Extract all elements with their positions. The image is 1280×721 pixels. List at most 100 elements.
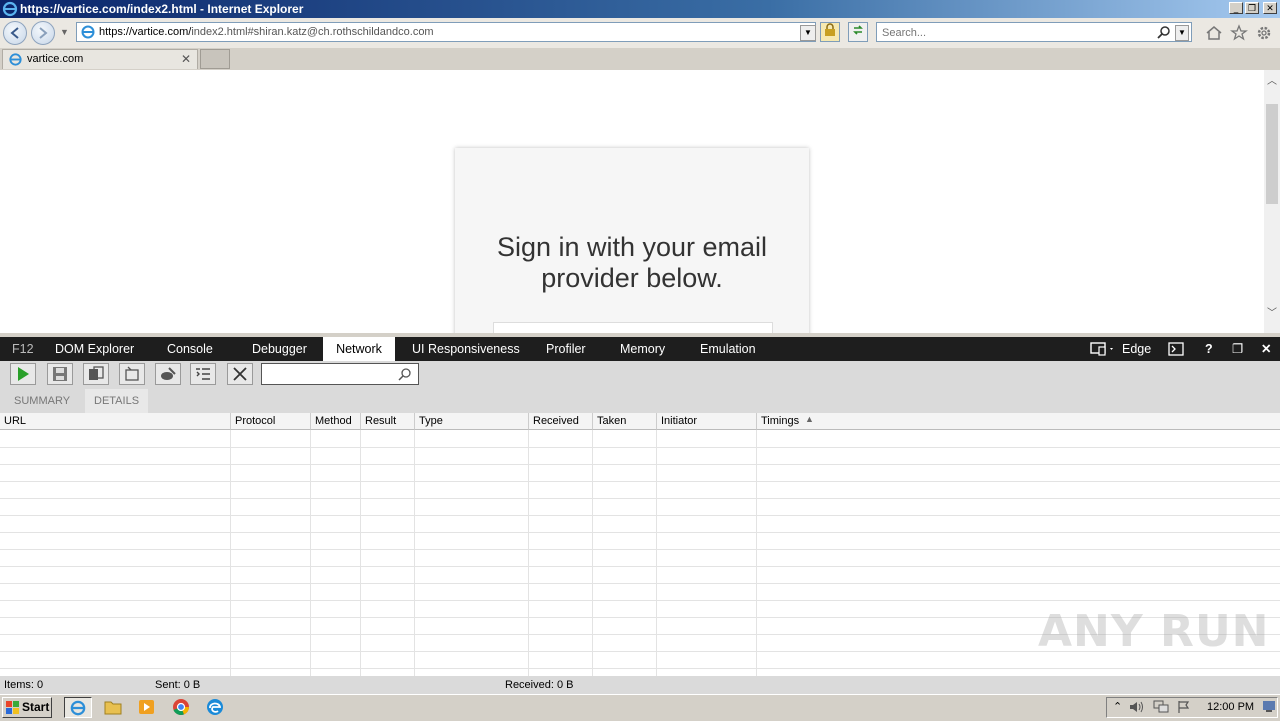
network-icon[interactable] (1153, 700, 1169, 717)
tab-console[interactable]: Console (167, 337, 213, 361)
scroll-down-icon[interactable]: ﹀ (1266, 304, 1278, 319)
taskbar-ie-button[interactable] (64, 697, 92, 718)
clear-session-icon[interactable] (119, 363, 145, 385)
column-result[interactable]: Result (361, 413, 415, 430)
address-bar[interactable]: https://vartice.com/index2.html#shiran.k… (76, 22, 816, 42)
devtools-close-icon[interactable]: ✕ (1261, 337, 1271, 361)
page-scrollbar[interactable]: ︿ ﹀ (1264, 70, 1280, 333)
network-filter-box[interactable] (261, 363, 419, 385)
network-toolbar (0, 361, 1280, 387)
table-column-divider (756, 430, 757, 676)
taskbar-chrome-button[interactable] (168, 697, 196, 718)
tab-ui-responsiveness[interactable]: UI Responsiveness (412, 337, 520, 361)
page-ie-icon (80, 24, 96, 43)
column-received[interactable]: Received (529, 413, 593, 430)
column-url[interactable]: URL (0, 413, 231, 430)
tab-network[interactable]: Network (323, 337, 395, 361)
sign-in-card: Sign in with your email provider below. (455, 148, 809, 333)
column-type[interactable]: Type (415, 413, 529, 430)
history-dropdown-icon[interactable]: ▼ (60, 27, 69, 37)
help-icon[interactable]: ? (1205, 337, 1213, 361)
table-column-divider (414, 430, 415, 676)
table-row-divider (0, 549, 1280, 550)
table-row-divider (0, 600, 1280, 601)
filter-search-icon[interactable] (398, 367, 412, 384)
search-dropdown-icon[interactable]: ▼ (1175, 25, 1189, 41)
forward-button[interactable] (31, 21, 55, 45)
items-count: Items: 0 (4, 679, 44, 691)
devtools-tab-bar: F12 DOM Explorer Console Debugger Networ… (0, 337, 1280, 361)
folder-icon (104, 701, 122, 715)
lock-icon[interactable] (820, 22, 840, 42)
volume-icon[interactable] (1129, 700, 1145, 717)
address-url[interactable]: https://vartice.com/index2.html#shiran.k… (99, 23, 434, 41)
column-timings[interactable]: Timings (757, 413, 1280, 430)
undock-icon[interactable]: ❐ (1232, 337, 1243, 361)
subtab-details[interactable]: DETAILS (85, 389, 149, 413)
column-method[interactable]: Method (311, 413, 361, 430)
table-row-divider (0, 668, 1280, 669)
settings-gear-icon[interactable] (1255, 24, 1273, 45)
tab-vartice[interactable]: vartice.com ✕ (2, 49, 198, 69)
console-toggle-icon[interactable] (1168, 342, 1184, 359)
network-filter-input[interactable] (264, 366, 394, 384)
tab-profiler[interactable]: Profiler (546, 337, 586, 361)
address-host: https://vartice.com/ (99, 26, 192, 38)
taskbar-edge-button[interactable] (202, 697, 230, 718)
start-button[interactable]: Start (2, 697, 52, 718)
favorites-star-icon[interactable] (1230, 24, 1248, 45)
email-provider-field[interactable] (493, 322, 773, 333)
window-title: https://vartice.com/index2.html - Intern… (20, 2, 304, 16)
target-device-icon[interactable] (1090, 341, 1116, 360)
address-dropdown-icon[interactable]: ▼ (800, 25, 816, 41)
search-box[interactable]: ▼ (876, 22, 1192, 42)
table-row-divider (0, 464, 1280, 465)
tab-emulation[interactable]: Emulation (700, 337, 756, 361)
home-icon[interactable] (1205, 24, 1223, 45)
table-row-divider (0, 515, 1280, 516)
export-save-icon[interactable] (47, 363, 73, 385)
show-desktop-icon[interactable] (1263, 700, 1275, 715)
scroll-thumb[interactable] (1266, 104, 1278, 204)
edge-icon (207, 699, 223, 715)
column-taken[interactable]: Taken (593, 413, 657, 430)
media-player-icon (139, 700, 154, 714)
table-row-divider (0, 447, 1280, 448)
refresh-icon[interactable] (848, 22, 868, 42)
column-protocol[interactable]: Protocol (231, 413, 311, 430)
back-button[interactable] (3, 21, 27, 45)
tray-expand-icon[interactable]: ⌃ (1113, 700, 1122, 713)
tab-label: vartice.com (27, 53, 84, 65)
taskbar-explorer-button[interactable] (100, 697, 128, 718)
clock[interactable]: 12:00 PM (1207, 701, 1254, 713)
restore-button[interactable]: ❐ (1245, 2, 1259, 14)
close-button[interactable]: ✕ (1263, 2, 1277, 14)
minimize-button[interactable]: _ (1229, 2, 1243, 14)
search-icon[interactable] (1157, 25, 1171, 42)
start-profiling-icon[interactable] (10, 363, 36, 385)
clear-entries-icon[interactable] (227, 363, 253, 385)
subtab-summary[interactable]: SUMMARY (5, 389, 80, 413)
document-mode-label[interactable]: Edge (1122, 337, 1151, 361)
tab-dom-explorer[interactable]: DOM Explorer (55, 337, 134, 361)
new-tab-button[interactable] (200, 49, 230, 69)
address-path: index2.html#shiran.katz@ch.rothschildand… (191, 26, 434, 38)
always-refresh-icon[interactable] (190, 363, 216, 385)
column-initiator[interactable]: Initiator (657, 413, 757, 430)
tab-memory[interactable]: Memory (620, 337, 665, 361)
tab-close-icon[interactable]: ✕ (181, 52, 191, 66)
search-input[interactable] (880, 24, 1154, 42)
table-column-divider (592, 430, 593, 676)
tab-debugger[interactable]: Debugger (252, 337, 307, 361)
taskbar-media-button[interactable] (134, 697, 162, 718)
action-center-flag-icon[interactable] (1177, 700, 1191, 717)
table-column-divider (360, 430, 361, 676)
system-tray: ⌃ 12:00 PM (1106, 697, 1278, 718)
clear-cache-icon[interactable] (155, 363, 181, 385)
scroll-up-icon[interactable]: ︿ (1266, 72, 1278, 87)
ie-taskbar-icon (70, 700, 86, 716)
sort-ascending-icon: ▲ (805, 414, 814, 424)
sent-bytes: Sent: 0 B (155, 679, 201, 691)
ie-logo-icon (2, 1, 18, 17)
import-icon[interactable] (83, 363, 109, 385)
